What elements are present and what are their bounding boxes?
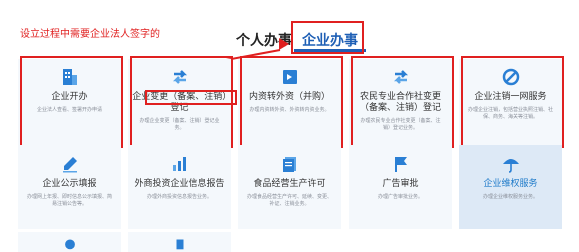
service-title: 外商投资企业信息报告 (134, 179, 225, 189)
highlight-box-card-3 (240, 56, 343, 148)
pen-icon (62, 157, 77, 173)
highlight-box-card-5 (461, 56, 564, 148)
annotation-text: 设立过程中需要企业法人签字的 (20, 29, 160, 40)
service-desc: 办理广告审批业务。 (377, 194, 423, 200)
umbrella-icon (502, 159, 519, 173)
service-card-rights-protection[interactable]: 企业维权服务 办理企业维权服务业务。 (459, 145, 562, 229)
highlight-box-tab (291, 21, 364, 54)
highlight-box-change-label (145, 90, 237, 105)
service-card-advertising[interactable]: 广告审批 办理广告审批业务。 (349, 145, 452, 229)
service-title: 食品经营生产许可 (253, 179, 326, 189)
document-stack-icon (282, 157, 296, 172)
highlight-box-card-1 (20, 56, 123, 148)
service-desc: 办理网上年报、即时信息公示填报、简易注销公告等。 (26, 194, 112, 207)
service-card-row3-1[interactable] (18, 232, 121, 252)
service-title: 广告审批 (382, 179, 419, 189)
service-desc: 办理食品经营生产许可、延续、变更、补证、注销业务。 (246, 194, 332, 207)
service-card-public-disclosure[interactable]: 企业公示填报 办理网上年报、即时信息公示填报、简易注销公告等。 (18, 145, 121, 229)
bar-chart-icon (172, 157, 186, 171)
service-desc: 办理外商投资信息报告业务。 (146, 194, 212, 200)
service-title: 企业维权服务 (483, 179, 538, 189)
document-icon (176, 239, 183, 250)
service-card-row3-2[interactable] (128, 232, 231, 252)
service-desc: 办理企业维权服务业务。 (482, 194, 538, 200)
annotation-arrow-head (279, 38, 289, 50)
highlight-box-card-4 (351, 56, 454, 148)
flag-icon (394, 157, 407, 172)
service-card-foreign-report[interactable]: 外商投资企业信息报告 办理外商投资信息报告业务。 (128, 145, 231, 229)
circle-icon (64, 239, 75, 250)
service-title: 企业公示填报 (42, 179, 97, 189)
service-card-food-license[interactable]: 食品经营生产许可 办理食品经营生产许可、延续、变更、补证、注销业务。 (238, 145, 341, 229)
